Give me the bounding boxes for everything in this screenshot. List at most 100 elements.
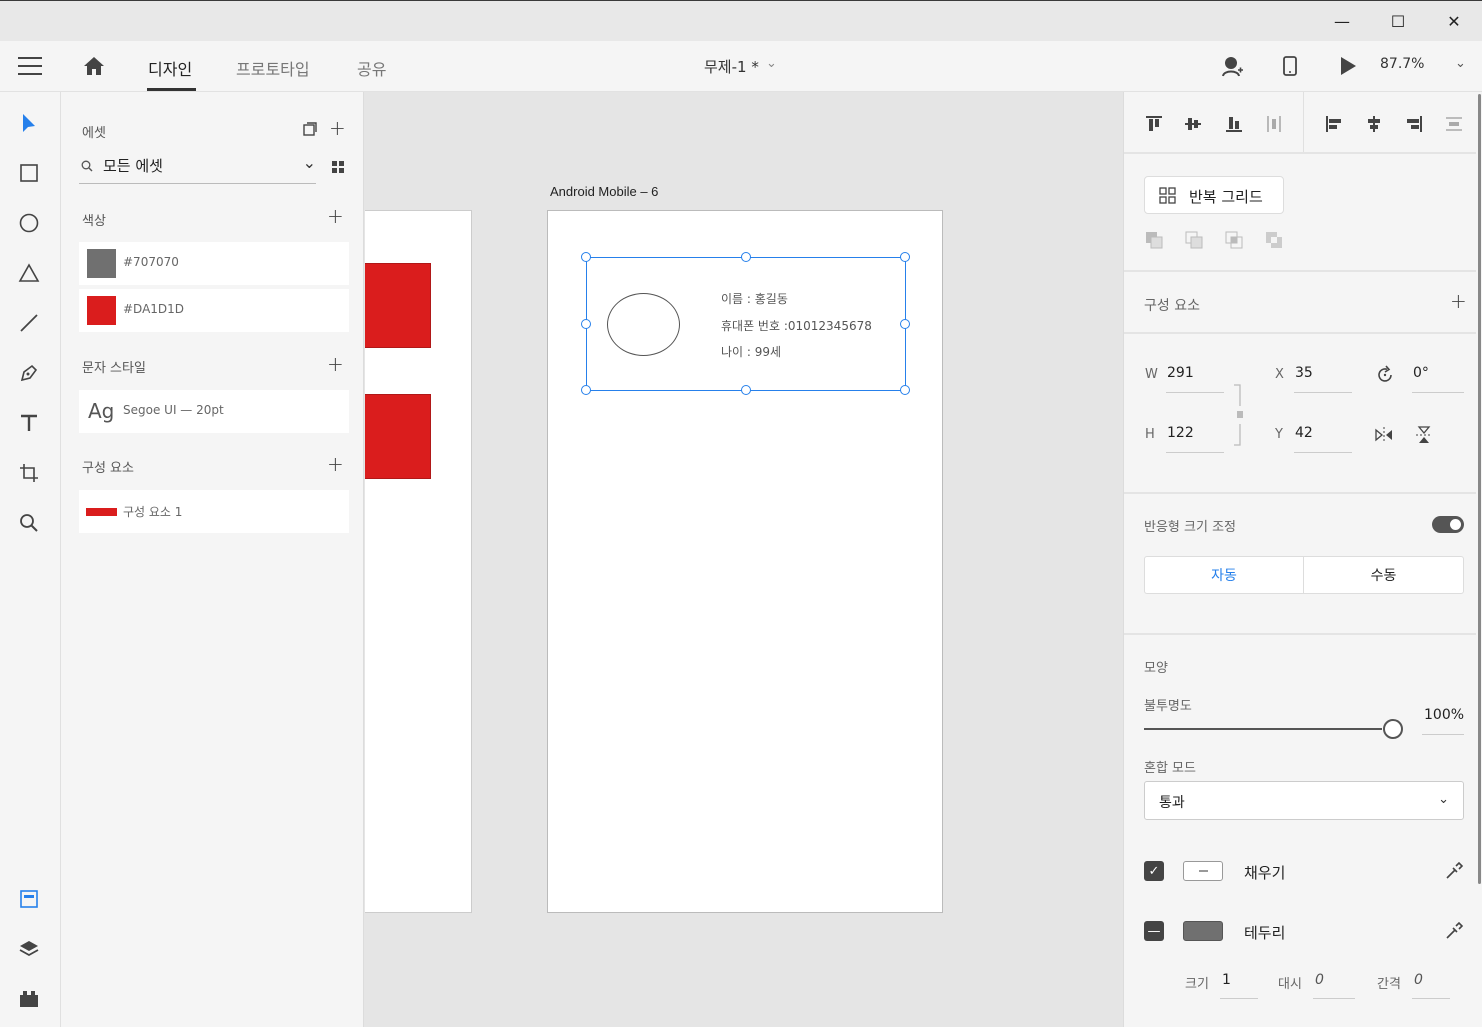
stroke-size-input[interactable]: 1 <box>1222 972 1231 988</box>
color-asset[interactable]: #707070 <box>79 242 349 285</box>
resize-handle[interactable] <box>741 252 751 262</box>
zoom-tool-icon[interactable] <box>18 512 40 534</box>
exclude-boolean-icon[interactable] <box>1264 230 1284 250</box>
asset-filter[interactable]: 모든 에셋 ⌄ <box>79 150 316 184</box>
grid-view-icon[interactable] <box>331 160 345 174</box>
add-char-style-button[interactable]: + <box>327 352 344 376</box>
resize-handle[interactable] <box>581 252 591 262</box>
tab-design[interactable]: 디자인 <box>148 56 192 80</box>
minimize-button[interactable]: — <box>1314 1 1370 41</box>
align-top-icon[interactable] <box>1144 114 1164 134</box>
phone-text[interactable]: 휴대폰 번호 :01012345678 <box>721 317 872 334</box>
opacity-input[interactable]: 100% <box>1424 707 1464 723</box>
panel-scrollbar[interactable] <box>1476 92 1482 1027</box>
fill-checkbox[interactable]: ✓ <box>1144 861 1164 881</box>
opacity-slider-track[interactable] <box>1144 728 1382 730</box>
subtract-boolean-icon[interactable] <box>1184 230 1204 250</box>
pen-tool-icon[interactable] <box>18 362 40 384</box>
assets-panel-icon[interactable] <box>18 888 40 910</box>
add-color-button[interactable]: + <box>327 204 344 228</box>
tab-prototype[interactable]: 프로토타입 <box>236 56 310 80</box>
opacity-slider-thumb[interactable] <box>1383 719 1403 739</box>
close-button[interactable]: ✕ <box>1426 1 1482 41</box>
maximize-button[interactable]: ☐ <box>1370 1 1426 41</box>
play-icon[interactable] <box>1337 55 1359 77</box>
resize-handle[interactable] <box>581 319 591 329</box>
zoom-level[interactable]: 87.7% <box>1380 56 1424 72</box>
resize-handle[interactable] <box>581 385 591 395</box>
intersect-boolean-icon[interactable] <box>1224 230 1244 250</box>
blend-mode-select[interactable]: 통과 ⌄ <box>1144 781 1464 820</box>
distribute-horizontal-icon[interactable] <box>1264 114 1284 134</box>
component-thumbnail <box>86 508 117 516</box>
stroke-color-swatch[interactable] <box>1183 921 1223 941</box>
device-preview-icon[interactable] <box>1279 55 1301 77</box>
chevron-down-icon[interactable]: ⌄ <box>1455 56 1466 71</box>
dash-input[interactable]: 0 <box>1315 972 1324 988</box>
home-icon[interactable] <box>82 55 106 77</box>
design-canvas[interactable]: Android Mobile – 6 이름 : 홍길동 휴대폰 번호 :0101… <box>365 92 1123 1027</box>
artboard[interactable]: 이름 : 홍길동 휴대폰 번호 :01012345678 나이 : 99세 <box>547 210 943 913</box>
add-boolean-icon[interactable] <box>1144 230 1164 250</box>
y-input[interactable]: 42 <box>1295 425 1313 441</box>
x-input[interactable]: 35 <box>1295 365 1313 381</box>
line-tool-icon[interactable] <box>18 312 40 334</box>
add-asset-button[interactable]: + <box>329 116 346 140</box>
add-state-button[interactable]: + <box>1450 289 1467 313</box>
divider <box>1124 633 1482 635</box>
repeat-grid-button[interactable]: 반복 그리드 <box>1144 176 1284 214</box>
eyedropper-icon[interactable] <box>1444 921 1464 941</box>
text-tool-icon[interactable] <box>18 412 40 434</box>
width-input[interactable]: 291 <box>1167 365 1194 381</box>
align-left-icon[interactable] <box>1324 114 1344 134</box>
stroke-checkbox[interactable]: — <box>1144 921 1164 941</box>
fill-color-swatch[interactable] <box>1183 861 1223 881</box>
auto-button[interactable]: 자동 <box>1144 556 1304 594</box>
char-style-asset[interactable]: Ag Segoe UI — 20pt <box>79 390 349 433</box>
resize-handle[interactable] <box>900 319 910 329</box>
align-right-icon[interactable] <box>1404 114 1424 134</box>
resize-handle[interactable] <box>900 252 910 262</box>
menu-icon[interactable] <box>18 57 42 75</box>
component-asset[interactable]: 구성 요소 1 <box>79 490 349 533</box>
plugins-icon[interactable] <box>18 988 40 1010</box>
chevron-down-icon[interactable]: ⌄ <box>303 153 316 172</box>
eyedropper-icon[interactable] <box>1444 861 1464 881</box>
distribute-vertical-icon[interactable] <box>1444 114 1464 134</box>
gap-input[interactable]: 0 <box>1414 972 1423 988</box>
select-tool-icon[interactable] <box>18 112 40 134</box>
invite-user-icon[interactable] <box>1221 55 1243 77</box>
tab-share[interactable]: 공유 <box>357 56 386 80</box>
align-bottom-icon[interactable] <box>1224 114 1244 134</box>
name-text[interactable]: 이름 : 홍길동 <box>721 290 788 307</box>
chevron-down-icon[interactable]: ⌄ <box>766 56 777 71</box>
lock-aspect-icon[interactable] <box>1232 384 1244 446</box>
document-title[interactable]: 무제-1 * <box>704 56 759 77</box>
red-rectangle[interactable] <box>365 394 431 479</box>
selected-component[interactable]: 이름 : 홍길동 휴대폰 번호 :01012345678 나이 : 99세 <box>581 252 910 395</box>
red-rectangle[interactable] <box>365 263 431 348</box>
artboard-left[interactable] <box>365 210 472 913</box>
rectangle-tool-icon[interactable] <box>18 162 40 184</box>
responsive-resize-toggle[interactable] <box>1432 516 1464 533</box>
manual-button[interactable]: 수동 <box>1303 556 1464 594</box>
ellipse-tool-icon[interactable] <box>18 212 40 234</box>
open-library-icon[interactable] <box>303 122 317 136</box>
layers-icon[interactable] <box>18 938 40 960</box>
resize-handle[interactable] <box>900 385 910 395</box>
color-asset[interactable]: #DA1D1D <box>79 289 349 332</box>
height-input[interactable]: 122 <box>1167 425 1194 441</box>
align-center-icon[interactable] <box>1364 114 1384 134</box>
polygon-tool-icon[interactable] <box>18 262 40 284</box>
rotation-input[interactable]: 0° <box>1413 365 1429 381</box>
avatar-ellipse[interactable] <box>607 293 680 356</box>
artboard-name[interactable]: Android Mobile – 6 <box>550 184 658 199</box>
align-middle-icon[interactable] <box>1183 114 1203 134</box>
artboard-tool-icon[interactable] <box>18 462 40 484</box>
resize-handle[interactable] <box>741 385 751 395</box>
flip-horizontal-icon[interactable] <box>1374 425 1394 445</box>
age-text[interactable]: 나이 : 99세 <box>721 343 781 360</box>
flip-vertical-icon[interactable] <box>1414 425 1434 445</box>
add-component-button[interactable]: + <box>327 452 344 476</box>
active-tab-indicator <box>147 88 196 91</box>
